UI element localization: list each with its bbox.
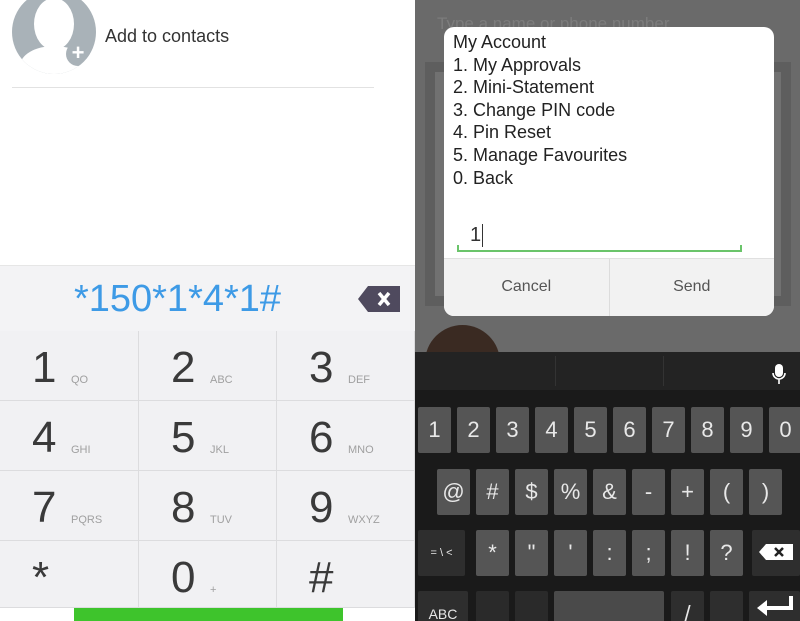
key-digit: * — [32, 553, 50, 602]
dialpad: 1 QO 2 ABC 3 DEF 4 GHI 5 JKL 6 MNO 7 PQRS 8 TUV 9 WXYZ * 0 +… — [0, 331, 415, 608]
key-letters: QO — [71, 374, 89, 386]
keyboard-key[interactable]: ) — [749, 469, 782, 515]
dialpad-key-6[interactable]: 7 PQRS — [0, 471, 139, 541]
keyboard-key[interactable]: 5 — [574, 407, 607, 453]
dialpad-key-2[interactable]: 3 DEF — [277, 331, 415, 401]
send-button[interactable]: Send — [610, 259, 775, 316]
key-digit: 1 — [32, 343, 57, 392]
ussd-input-value: 1 — [470, 224, 484, 247]
keyboard-key[interactable]: $ — [515, 469, 548, 515]
ussd-panel: Type a name or phone number My Account 1… — [415, 0, 800, 621]
dialpad-key-9[interactable]: * — [0, 541, 139, 608]
keyboard-key[interactable]: # — [476, 469, 509, 515]
keyboard-key[interactable]: / — [671, 591, 704, 621]
key-digit: 0 — [171, 553, 196, 602]
add-to-contacts-link[interactable]: Add to contacts — [105, 26, 229, 47]
keyboard-key[interactable]: ; — [632, 530, 665, 576]
backspace-icon — [759, 544, 793, 560]
keyboard-key[interactable]: ' — [554, 530, 587, 576]
keyboard-key[interactable]: ! — [671, 530, 704, 576]
keyboard-key[interactable]: @ — [437, 469, 470, 515]
keyboard-key[interactable]: 2 — [457, 407, 490, 453]
dialer-panel: + Add to contacts *150*1*4*1# 1 QO 2 ABC 3 DE… — [0, 0, 415, 621]
call-button[interactable] — [74, 608, 343, 621]
keyboard-key[interactable]: 9 — [730, 407, 763, 453]
keyboard-key[interactable] — [710, 591, 743, 621]
keyboard-key[interactable]: & — [593, 469, 626, 515]
keyboard-key[interactable]: + — [671, 469, 704, 515]
add-contact-avatar-icon[interactable]: + — [12, 0, 96, 74]
keyboard-key[interactable]: 6 — [613, 407, 646, 453]
key-digit: 4 — [32, 413, 57, 462]
abc-key[interactable]: ABC — [418, 591, 468, 621]
key-digit: 5 — [171, 413, 196, 462]
enter-key[interactable] — [749, 591, 800, 621]
divider — [12, 87, 374, 88]
key-digit: 9 — [309, 483, 334, 532]
keyboard-key[interactable] — [476, 591, 509, 621]
microphone-icon[interactable] — [772, 364, 786, 384]
dialpad-key-1[interactable]: 2 ABC — [139, 331, 277, 401]
key-letters: WXYZ — [348, 514, 380, 526]
key-digit: # — [309, 553, 334, 602]
key-letters: MNO — [348, 444, 374, 456]
space-key[interactable] — [554, 591, 664, 621]
number-display: *150*1*4*1# — [0, 265, 415, 331]
keyboard-key[interactable]: ? — [710, 530, 743, 576]
dialpad-key-11[interactable]: # — [277, 541, 415, 608]
keyboard-key[interactable]: " — [515, 530, 548, 576]
keyboard: 1 2 3 4 5 6 7 8 9 0 @ # $% & - +() = \ < * " ':;!? ABC / — [415, 352, 800, 621]
dialed-number[interactable]: *150*1*4*1# — [0, 278, 355, 321]
dialpad-key-0[interactable]: 1 QO — [0, 331, 139, 401]
keyboard-key[interactable]: % — [554, 469, 587, 515]
ussd-message: My Account 1. My Approvals 2. Mini-State… — [453, 32, 628, 188]
dialpad-key-8[interactable]: 9 WXYZ — [277, 471, 415, 541]
key-letters: + — [210, 584, 217, 596]
key-letters: JKL — [210, 444, 229, 456]
dialpad-key-5[interactable]: 6 MNO — [277, 401, 415, 471]
keyboard-backspace-key[interactable] — [752, 530, 800, 576]
keyboard-key[interactable]: 7 — [652, 407, 685, 453]
keyboard-key[interactable]: 0 — [769, 407, 800, 453]
symbols-toggle-key[interactable]: = \ < — [418, 530, 465, 576]
keyboard-key[interactable]: ( — [710, 469, 743, 515]
ussd-input[interactable]: 1 — [457, 222, 742, 252]
enter-icon — [756, 596, 793, 616]
keyboard-key[interactable]: : — [593, 530, 626, 576]
keyboard-key[interactable]: 1 — [418, 407, 451, 453]
suggestion-bar — [415, 352, 800, 390]
dialpad-key-7[interactable]: 8 TUV — [139, 471, 277, 541]
keyboard-key[interactable]: 4 — [535, 407, 568, 453]
key-letters: PQRS — [71, 514, 103, 526]
keyboard-key[interactable]: - — [632, 469, 665, 515]
key-digit: 2 — [171, 343, 196, 392]
keyboard-key[interactable]: 3 — [496, 407, 529, 453]
dialpad-key-10[interactable]: 0 + — [139, 541, 277, 608]
key-digit: 6 — [309, 413, 334, 462]
keyboard-key[interactable]: * — [476, 530, 509, 576]
keyboard-key[interactable] — [515, 591, 548, 621]
key-letters: ABC — [210, 374, 233, 386]
key-letters: TUV — [210, 514, 232, 526]
ussd-dialog: My Account 1. My Approvals 2. Mini-State… — [444, 27, 774, 316]
dialpad-key-4[interactable]: 5 JKL — [139, 401, 277, 471]
dialpad-key-3[interactable]: 4 GHI — [0, 401, 139, 471]
cancel-button[interactable]: Cancel — [444, 259, 610, 316]
key-digit: 8 — [171, 483, 196, 532]
keyboard-key[interactable]: 8 — [691, 407, 724, 453]
key-digit: 7 — [32, 483, 57, 532]
key-letters: DEF — [348, 374, 370, 386]
key-digit: 3 — [309, 343, 334, 392]
key-letters: GHI — [71, 444, 91, 456]
backspace-icon[interactable] — [358, 286, 400, 312]
